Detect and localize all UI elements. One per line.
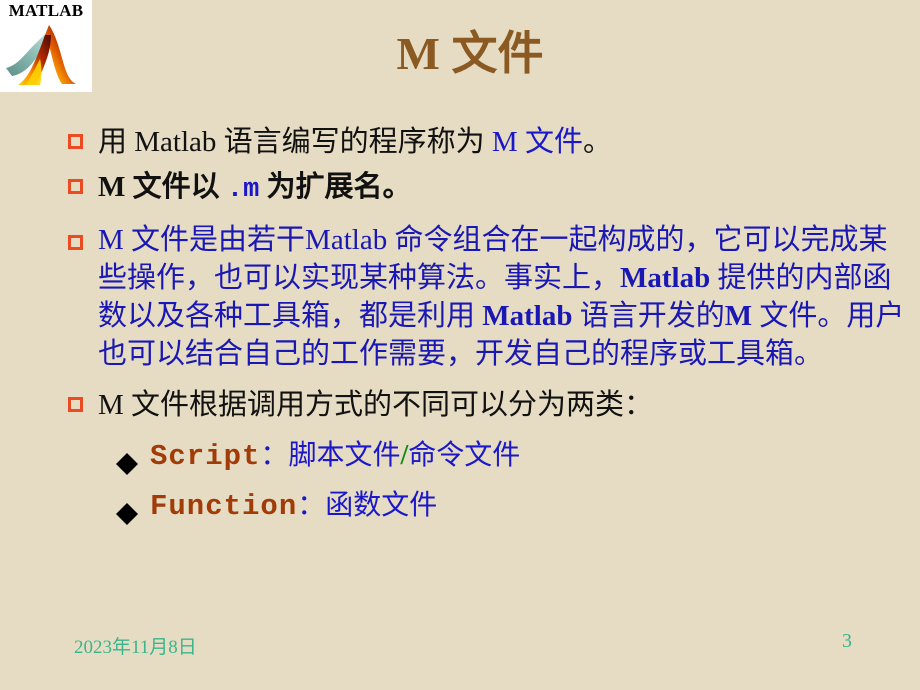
bullet-4-text: M 文件根据调用方式的不同可以分为两类： (98, 389, 654, 421)
para-l1-s3: 命令组合在一起构成的，它可以 (387, 224, 801, 256)
sub-bullet-function: Function：函数文件 (62, 486, 910, 526)
bullet-1-seg-2: M 文件 (491, 126, 583, 158)
matlab-membrane-icon (6, 25, 76, 85)
para-l5-s1: 或工具箱。 (678, 338, 824, 370)
matlab-wordmark: MATLAB (8, 1, 84, 20)
para-l1-s2: Matlab (305, 224, 388, 256)
para-l3-s2: Matlab (482, 300, 573, 332)
script-desc-after: 命令文件 (408, 440, 521, 471)
matlab-logo: MATLAB (0, 0, 92, 92)
sub-bullet-script: Script：脚本文件/命令文件 (62, 436, 910, 476)
sub-bullet-script-text: Script：脚本文件/命令文件 (150, 436, 910, 476)
sub-bullet-function-text: Function：函数文件 (150, 486, 910, 526)
para-l3-s3: 语言开发的 (572, 300, 725, 332)
diamond-bullet-icon (116, 492, 138, 525)
para-l2-s3: 提供 (710, 262, 776, 294)
script-colon: ： (260, 440, 289, 471)
diamond-bullet-icon (116, 442, 138, 475)
bullet-item-4: M 文件根据调用方式的不同可以分为两类： (62, 385, 910, 426)
function-colon: ： (297, 490, 326, 521)
para-l1-s1: M 文件是由若干 (98, 224, 306, 256)
footer-page-number: 3 (842, 630, 852, 652)
bullet-2-seg-3: 为扩展名。 (259, 171, 412, 203)
function-desc-before: 函数文件 (325, 490, 438, 521)
bullet-item-1: 用 Matlab 语言编写的程序称为 M 文件。 (62, 122, 910, 163)
bullet-1-seg-3: 。 (582, 126, 612, 158)
bullet-2-seg-1: M 文件以 (98, 171, 227, 203)
script-desc-before: 脚本文件 (288, 440, 401, 471)
bullet-1-text: 用 Matlab 语言编写的程序称为 M 文件。 (98, 122, 910, 163)
footer-date: 2023年11月8日 (74, 637, 197, 658)
bullet-item-2: M 文件以 .m 为扩展名。 (62, 167, 910, 211)
square-bullet-icon (68, 134, 83, 149)
slide-content: 用 Matlab 语言编写的程序称为 M 文件。 M 文件以 .m 为扩展名。 … (62, 122, 910, 526)
bullet-2-text: M 文件以 .m 为扩展名。 (98, 167, 910, 211)
page-title: M 文件 (396, 28, 544, 79)
square-bullet-icon (68, 179, 83, 194)
square-bullet-icon (68, 397, 83, 412)
script-keyword: Script (150, 440, 261, 473)
para-l4-s1: M (724, 300, 753, 332)
function-keyword: Function (150, 490, 298, 523)
square-bullet-icon (68, 235, 83, 250)
bullet-item-3-paragraph: M 文件是由若干Matlab 命令组合在一起构成的，它可以完成某些操作，也可以实… (62, 221, 910, 373)
bullet-2-extension-code: .m (226, 175, 260, 205)
paragraph-text: M 文件是由若干Matlab 命令组合在一起构成的，它可以完成某些操作，也可以实… (98, 221, 910, 373)
bullet-1-seg-1: 用 Matlab 语言编写的程序称为 (98, 126, 492, 158)
para-l2-s2: Matlab (620, 262, 711, 294)
